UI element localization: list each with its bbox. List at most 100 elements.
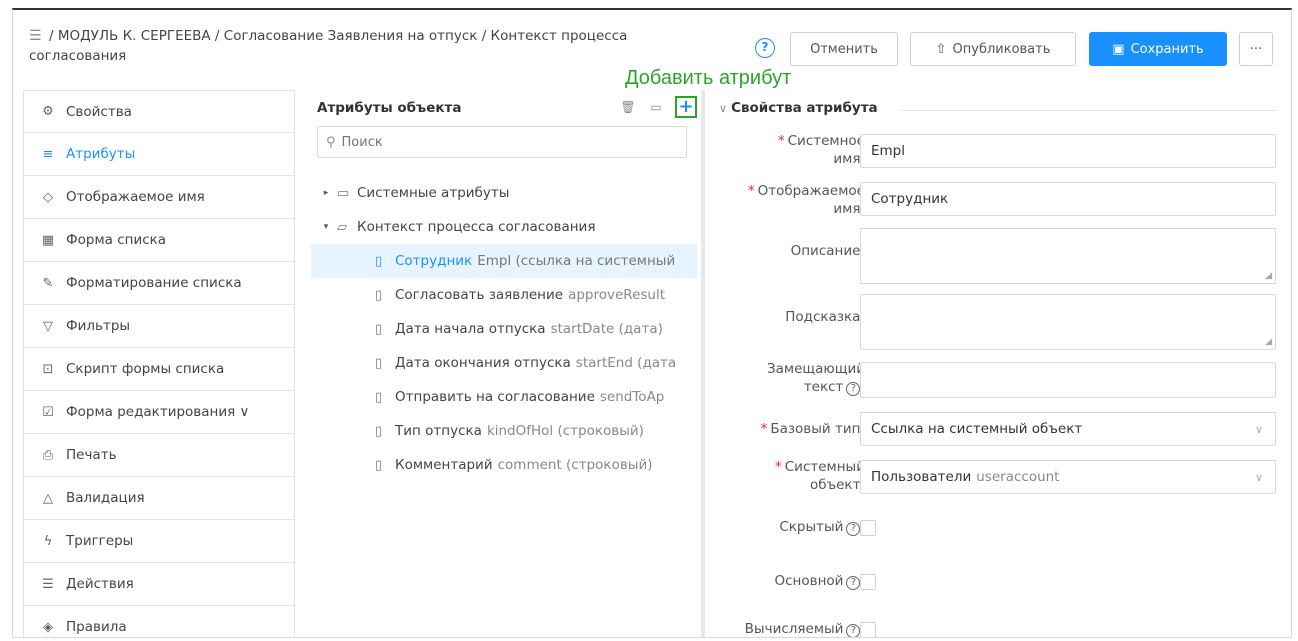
print-icon: ⎙	[42, 447, 54, 463]
breadcrumb-path[interactable]: / МОДУЛЬ К. СЕРГЕЕВА / Согласование Заяв…	[49, 28, 627, 44]
base-type-select[interactable]: Ссылка на системный объект ∨	[860, 412, 1276, 446]
search-input[interactable]	[341, 134, 662, 150]
description-label: Описание:	[790, 243, 865, 259]
sidebar-item-attributes[interactable]: ≡ Атрибуты	[23, 133, 295, 176]
properties-title: Свойства атрибута	[731, 100, 878, 116]
sidebar-item-properties[interactable]: ⚙ Свойства	[23, 90, 295, 133]
breadcrumb: ☰ / МОДУЛЬ К. СЕРГЕЕВА / Согласование Зая…	[29, 26, 719, 66]
system-object-label: * Системный объект:	[775, 459, 865, 493]
sidebar-item-label: Форматирование списка	[66, 275, 242, 291]
tree-item-approve[interactable]: ▯ Согласовать заявление approveResult	[311, 278, 697, 312]
sidebar-item-list-script[interactable]: ⊡ Скрипт формы списка	[23, 348, 295, 391]
section-divider	[901, 110, 1277, 111]
help-icon[interactable]: ?	[755, 38, 775, 58]
system-name-field[interactable]: Empl	[860, 134, 1276, 168]
cancel-button[interactable]: Отменить	[790, 32, 898, 66]
breadcrumb-path-continued[interactable]: согласования	[29, 48, 126, 64]
computed-checkbox[interactable]	[860, 622, 876, 637]
base-type-label: * Базовый тип:	[760, 421, 865, 437]
sidebar-item-edit-form[interactable]: ☑ Форма редактирования ∨	[23, 391, 295, 434]
sidebar-item-print[interactable]: ⎙ Печать	[23, 434, 295, 477]
sidebar-item-label: Отображаемое имя	[66, 189, 205, 205]
save-icon: ▣	[1112, 41, 1125, 57]
script-icon: ⊡	[42, 361, 54, 377]
hint-label: Подсказка:	[785, 309, 865, 325]
filter-icon: ▽	[43, 318, 53, 334]
chevron-down-icon: ∨	[719, 101, 728, 115]
file-icon: ▯	[375, 355, 383, 371]
tree-item-start-date[interactable]: ▯ Дата начала отпуска startDate (дата)	[311, 312, 697, 346]
search-icon: ⚲	[326, 134, 336, 150]
main-label: Основной?:	[774, 572, 865, 590]
tree-folder-process-context[interactable]: ▾ ▱ Контекст процесса согласования	[311, 210, 697, 244]
tree-item-send[interactable]: ▯ Отправить на согласование sendToAp	[311, 380, 697, 414]
file-icon: ▯	[375, 457, 383, 473]
hint-field[interactable]: ◢	[860, 294, 1276, 350]
hidden-checkbox[interactable]	[860, 520, 876, 536]
attribute-search[interactable]: ⚲	[317, 126, 687, 158]
chevron-down-icon: ∨	[1254, 470, 1263, 484]
caret-right-icon[interactable]: ▸	[315, 188, 337, 198]
file-icon: ▯	[375, 287, 383, 303]
table-icon: ▦	[41, 232, 55, 248]
help-circle-icon[interactable]: ?	[846, 382, 861, 396]
menu-icon[interactable]: ☰	[29, 26, 43, 46]
more-button[interactable]: ···	[1239, 32, 1273, 66]
placeholder-field[interactable]	[860, 362, 1276, 398]
add-attribute-button[interactable]: +	[675, 96, 697, 118]
sidebar-item-label: Свойства	[66, 103, 132, 120]
computed-label: Вычисляемый?:	[745, 620, 865, 637]
file-icon: ▯	[375, 321, 383, 337]
sidebar-item-label: Форма редактирования ∨	[66, 404, 250, 420]
tree-item-holiday-type[interactable]: ▯ Тип отпуска kindOfHol (строковый)	[311, 414, 697, 448]
caret-down-icon[interactable]: ▾	[315, 222, 337, 232]
sidebar-item-label: Действия	[66, 576, 134, 592]
delete-icon[interactable]: 🗑	[619, 98, 637, 116]
display-name-label: * Отображаемое имя:	[747, 183, 865, 217]
tag-icon: ◇	[43, 189, 53, 205]
brush-icon: ✎	[42, 275, 54, 291]
sidebar-item-label: Атрибуты	[66, 146, 136, 162]
sidebar-item-label: Форма списка	[66, 232, 167, 248]
main-checkbox[interactable]	[860, 574, 876, 590]
sidebar-item-label: Фильтры	[66, 318, 131, 334]
tree-item-employee[interactable]: ▯ Сотрудник Empl (ссылка на системный	[311, 244, 697, 278]
save-button[interactable]: ▣ Сохранить	[1089, 32, 1227, 66]
tree-item-comment[interactable]: ▯ Комментарий comment (строковый)	[311, 448, 697, 482]
description-field[interactable]: ◢	[860, 228, 1276, 284]
system-object-select[interactable]: Пользователи useraccount ∨	[860, 460, 1276, 494]
folder-icon[interactable]: ▭	[647, 98, 665, 116]
sidebar-item-label: Триггеры	[66, 533, 134, 549]
sidebar-item-validation[interactable]: △ Валидация	[23, 477, 295, 520]
sidebar-item-label: Правила	[66, 619, 127, 635]
sidebar-item-actions[interactable]: ☰ Действия	[23, 563, 295, 606]
help-circle-icon[interactable]: ?	[846, 624, 861, 637]
panel-splitter[interactable]	[701, 90, 705, 637]
sidebar-item-display-name[interactable]: ◇ Отображаемое имя	[23, 176, 295, 219]
display-name-field[interactable]: Сотрудник	[860, 182, 1276, 216]
resize-handle-icon[interactable]: ◢	[1265, 271, 1272, 281]
app-window: ☰ / МОДУЛЬ К. СЕРГЕЕВА / Согласование Зая…	[12, 8, 1292, 638]
sidebar-item-list-formatting[interactable]: ✎ Форматирование списка	[23, 262, 295, 305]
tree-folder-system-attributes[interactable]: ▸ ▭ Системные атрибуты	[311, 176, 697, 210]
file-icon: ▯	[375, 253, 383, 269]
attribute-properties-panel: ∨ Свойства атрибута * Системное имя: Empl …	[713, 90, 1291, 637]
list-icon: ≡	[42, 146, 54, 162]
publish-button[interactable]: ⇧ Опубликовать	[910, 32, 1076, 66]
resize-handle-icon[interactable]: ◢	[1265, 337, 1272, 347]
help-circle-icon[interactable]: ?	[846, 522, 861, 536]
properties-section-header[interactable]: ∨ Свойства атрибута	[719, 100, 878, 116]
sidebar-item-triggers[interactable]: ϟ Триггеры	[23, 520, 295, 563]
tree-item-end-date[interactable]: ▯ Дата окончания отпуска startEnd (дата	[311, 346, 697, 380]
annotation-add-attribute: Добавить атрибут	[625, 67, 792, 89]
placeholder-label: Замещающийтекст?:	[766, 361, 865, 396]
sidebar-item-list-form[interactable]: ▦ Форма списка	[23, 219, 295, 262]
cloud-upload-icon: ⇧	[935, 41, 947, 57]
sidebar-item-filters[interactable]: ▽ Фильтры	[23, 305, 295, 348]
sidebar-item-label: Печать	[66, 447, 117, 463]
sidebar-item-rules[interactable]: ◈ Правила	[23, 606, 295, 637]
publish-label: Опубликовать	[952, 41, 1051, 57]
file-icon: ▯	[375, 423, 383, 439]
system-name-label: * Системное имя:	[777, 133, 865, 167]
help-circle-icon[interactable]: ?	[846, 576, 861, 590]
